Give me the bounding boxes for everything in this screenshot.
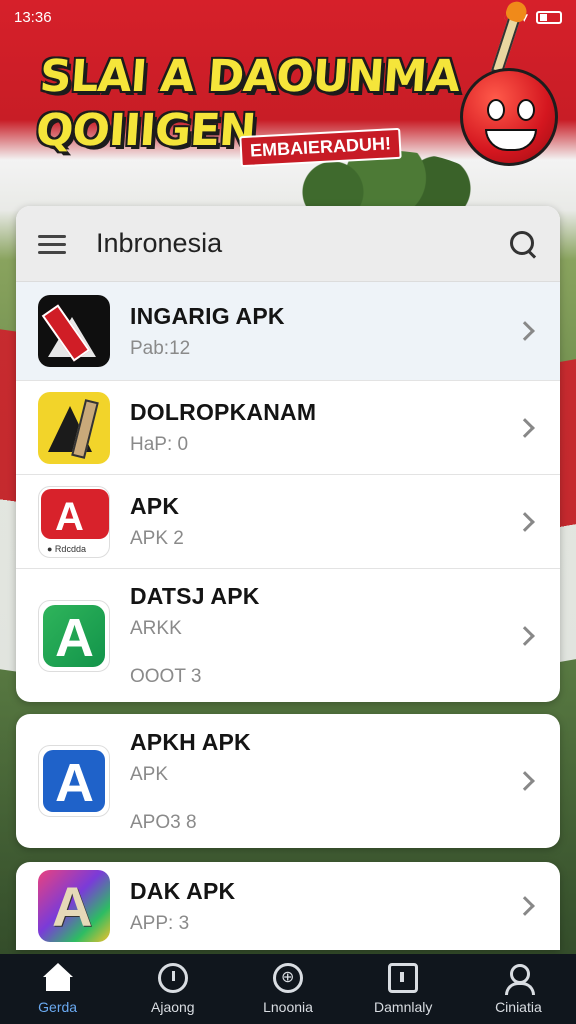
app-icon-blue: A [38,745,110,817]
nav-item-clock[interactable]: Ajaong [115,954,230,1024]
app-name: INGARIG APK [130,302,285,329]
menu-icon[interactable] [38,233,68,255]
app-name: APK [130,493,180,519]
chevron-right-icon [515,321,535,341]
status-time: 13:36 [14,8,52,26]
app-icon-gradient: A [38,870,110,942]
app-name: APKH APK [130,728,251,755]
list-item-text: DOLROPKANAM HaP: 0 [130,399,518,456]
app-subtitle: HaP: 0 [130,434,189,455]
list-item-text: DATSJ APK ARKK OOOT 3 [130,583,518,688]
list-item[interactable]: A APKH APK APK APO3 8 [16,714,560,848]
nav-item-chat[interactable]: Lnoonia [230,954,345,1024]
banner-title-line1: SLAI A DAOUNMA [38,51,461,102]
nav-item-user[interactable]: Ciniatia [461,954,576,1024]
app-name: DAK APK [130,877,236,904]
chevron-right-icon [515,896,535,916]
list-item[interactable]: A ● Rdcdda APK APK 2 [16,474,560,568]
user-icon [503,963,536,995]
nav-label: Gerda [38,999,78,1015]
mascot-eye-right [517,99,535,121]
app-card: A APKH APK APK APO3 8 [16,714,560,848]
bottom-nav: Gerda Ajaong Lnoonia Damnlaly Ciniatia [0,954,576,1024]
list-item[interactable]: DOLROPKANAM HaP: 0 [16,380,560,474]
home-icon [42,963,73,993]
search-title: Inbronesia [96,228,223,258]
app-icon-yellow [38,391,110,464]
app-subtitle: APP: 3 [130,912,190,934]
nav-label: Damnlaly [374,999,433,1015]
app-subtitle: APK 2 [130,528,184,549]
list-item-text: APK APK 2 [130,493,518,550]
battery-icon [536,10,562,24]
list-item-text: INGARIG APK Pab:12 [130,303,518,360]
search-icon[interactable] [508,229,538,259]
app-meta: APO3 8 [130,811,197,833]
box-icon [388,963,419,993]
chevron-right-icon [515,417,535,438]
app-name: DATSJ APK [130,583,260,609]
nav-label: Ciniatia [495,999,542,1015]
app-list-card: Inbronesia INGARIG APK Pab:12 DOLROPKANA… [16,206,560,702]
app-subtitle: ARKK [130,618,182,639]
app-icon-green: A [38,599,110,672]
mascot-mouth [485,129,537,151]
app-icon-black [38,295,110,367]
status-bar: 13:36 ◔ ▾ [0,0,576,34]
app-card: A DAK APK APP: 3 [16,862,560,950]
nav-item-box[interactable]: Damnlaly [346,954,461,1024]
app-subtitle: APK [130,763,169,785]
nav-item-home[interactable]: Gerda [0,954,115,1024]
mascot-icon [460,68,558,166]
app-subtitle: Pab:12 [130,337,191,359]
clock-icon [157,963,188,993]
chevron-right-icon [515,511,535,532]
chevron-right-icon [515,625,535,646]
search-bar[interactable]: Inbronesia [16,206,560,282]
chat-icon [273,963,303,993]
list-item-text: DAK APK APP: 3 [130,878,518,935]
nav-label: Ajaong [151,999,195,1015]
list-item[interactable]: A DATSJ APK ARKK OOOT 3 [16,568,560,702]
mascot-eye-left [487,99,505,121]
app-icon-red: A ● Rdcdda [38,485,110,558]
chevron-right-icon [515,771,535,791]
list-item[interactable]: A DAK APK APP: 3 [16,862,560,950]
app-meta: OOOT 3 [130,666,202,687]
list-item-text: APKH APK APK APO3 8 [130,729,518,834]
list-item[interactable]: INGARIG APK Pab:12 [16,282,560,380]
app-name: DOLROPKANAM [130,399,317,425]
nav-label: Lnoonia [263,999,313,1015]
